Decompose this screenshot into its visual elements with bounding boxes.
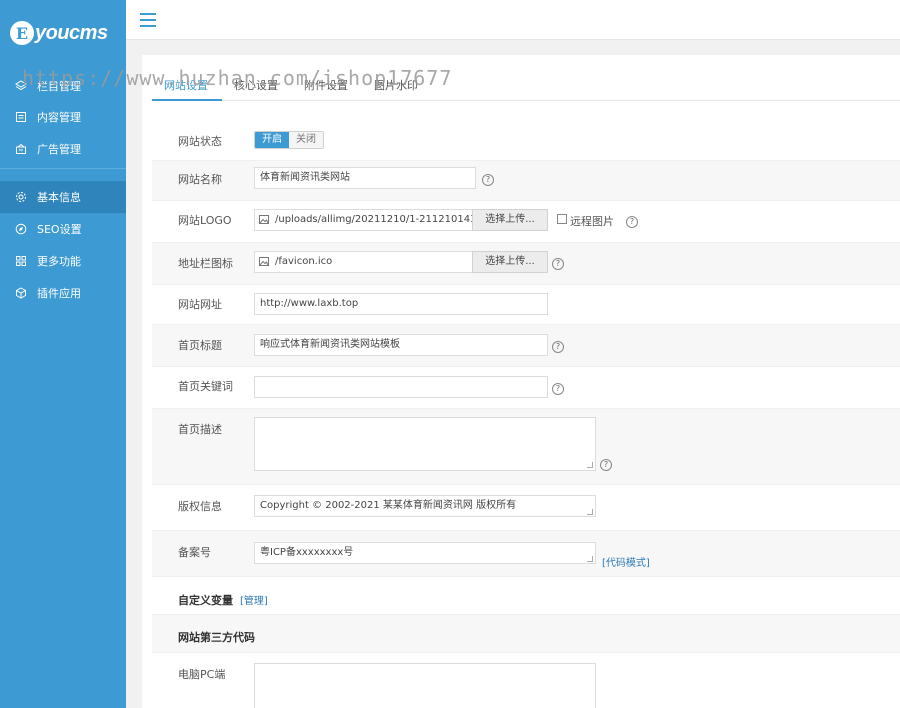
favicon-path-input[interactable]: /favicon.ico [254,251,474,273]
icp-textarea[interactable]: 粤ICP备xxxxxxxx号 [254,542,596,564]
logo-path-input[interactable]: /uploads/allimg/20211210/1-2112101439 [254,209,474,231]
url-label: 网站网址 [178,298,222,311]
status-label: 网站状态 [178,135,222,148]
gear-icon [16,192,26,202]
brand-logo[interactable]: E youcms [10,18,108,48]
sidebar-item-label: 内容管理 [37,111,81,124]
form-row-copyright: 版权信息 Copyright © 2002-2021 某某体育新闻资讯网 版权所… [152,485,900,531]
active-tab-indicator [152,99,222,101]
main-panel: 网站设置 核心设置 附件设置 图片水印 网站状态 开启 关闭 网站名称 体育新闻… [142,55,900,708]
logo-label: 网站LOGO [178,214,232,227]
logo-upload-button[interactable]: 选择上传... [472,209,548,231]
home-keywords-input[interactable] [254,376,548,398]
copyright-textarea[interactable]: Copyright © 2002-2021 某某体育新闻资讯网 版权所有 [254,495,596,517]
logo-badge: E [10,21,34,45]
sidebar-item-plugins[interactable]: 插件应用 [0,277,126,309]
home-title-input[interactable]: 响应式体育新闻资讯类网站模板 [254,334,548,356]
home-keywords-label: 首页关键词 [178,380,233,393]
form-row-status: 网站状态 开启 关闭 [152,121,900,161]
remote-image-checkbox[interactable] [557,214,567,224]
pc-code-label: 电脑PC端 [178,668,226,681]
form-row-logo: 网站LOGO /uploads/allimg/20211210/1-211210… [152,201,900,243]
compass-icon [15,223,27,235]
form-row-site-name: 网站名称 体育新闻资讯类网站 ? [152,161,900,201]
document-icon [16,112,26,122]
form-row-home-desc: 首页描述 ? [152,409,900,485]
sidebar-item-label: 基本信息 [37,191,81,204]
custom-vars-manage-link[interactable]: [管理] [240,592,268,607]
site-name-label: 网站名称 [178,173,222,186]
help-icon[interactable]: ? [552,341,564,353]
form-row-home-title: 首页标题 响应式体育新闻资讯类网站模板 ? [152,325,900,367]
sidebar-item-basic-info[interactable]: 基本信息 [0,181,126,213]
box-icon [16,287,26,299]
sidebar: E youcms 栏目管理 内容管理 广告管理 基本信息 SEO设置 更多功能 … [0,0,126,708]
site-name-input[interactable]: 体育新闻资讯类网站 [254,167,476,189]
url-input[interactable]: http://www.laxb.top [254,293,548,315]
home-desc-label: 首页描述 [178,423,222,436]
status-toggle[interactable]: 开启 关闭 [254,131,324,149]
sidebar-divider [0,168,126,169]
logo-path-value: /uploads/allimg/20211210/1-2112101439 [275,214,474,225]
favicon-path-value: /favicon.ico [275,256,333,267]
help-icon[interactable]: ? [600,459,612,471]
home-desc-textarea[interactable] [254,417,596,471]
resize-handle-icon[interactable] [587,509,593,515]
status-on-button[interactable]: 开启 [255,132,289,148]
help-icon[interactable]: ? [552,383,564,395]
watermark-text: https://www.huzhan.com/ishop17677 [22,66,453,90]
form-row-url: 网站网址 http://www.laxb.top [152,285,900,325]
sidebar-item-more[interactable]: 更多功能 [0,245,126,277]
favicon-label: 地址栏图标 [178,257,233,270]
ad-icon [16,143,26,154]
form-row-custom-vars: 自定义变量 [管理] [152,577,900,615]
help-icon[interactable]: ? [482,174,494,186]
resize-handle-icon[interactable] [587,462,593,468]
resize-handle-icon[interactable] [587,556,593,562]
help-icon[interactable]: ? [626,216,638,228]
sidebar-item-ads[interactable]: 广告管理 [0,133,126,165]
grid-icon [16,256,26,266]
sidebar-item-label: 更多功能 [37,255,81,268]
help-icon[interactable]: ? [552,258,564,270]
sidebar-item-label: SEO设置 [37,223,82,236]
menu-toggle-icon[interactable] [140,13,156,27]
status-off-button[interactable]: 关闭 [289,132,323,148]
sidebar-item-label: 插件应用 [37,287,81,300]
image-icon [259,215,269,224]
form-row-icp: 备案号 粤ICP备xxxxxxxx号 [代码模式] [152,531,900,577]
top-bar [126,0,900,40]
image-icon [259,257,269,266]
form-row-pc-code: 电脑PC端 [152,653,900,708]
favicon-upload-button[interactable]: 选择上传... [472,251,548,273]
sidebar-item-seo[interactable]: SEO设置 [0,213,126,245]
icp-label: 备案号 [178,546,211,559]
third-party-label: 网站第三方代码 [178,631,255,644]
form-row-home-keywords: 首页关键词 ? [152,367,900,409]
custom-vars-label: 自定义变量 [178,594,233,607]
code-mode-link[interactable]: [代码模式] [602,554,650,569]
home-title-label: 首页标题 [178,339,222,352]
sidebar-item-content[interactable]: 内容管理 [0,101,126,133]
sidebar-item-label: 广告管理 [37,143,81,156]
logo-text: youcms [35,21,108,44]
form-row-third-party: 网站第三方代码 [152,615,900,653]
pc-code-textarea[interactable] [254,663,596,708]
copyright-label: 版权信息 [178,500,222,513]
form-row-favicon: 地址栏图标 /favicon.ico 选择上传... ? [152,243,900,285]
remote-image-label: 远程图片 [570,215,614,228]
